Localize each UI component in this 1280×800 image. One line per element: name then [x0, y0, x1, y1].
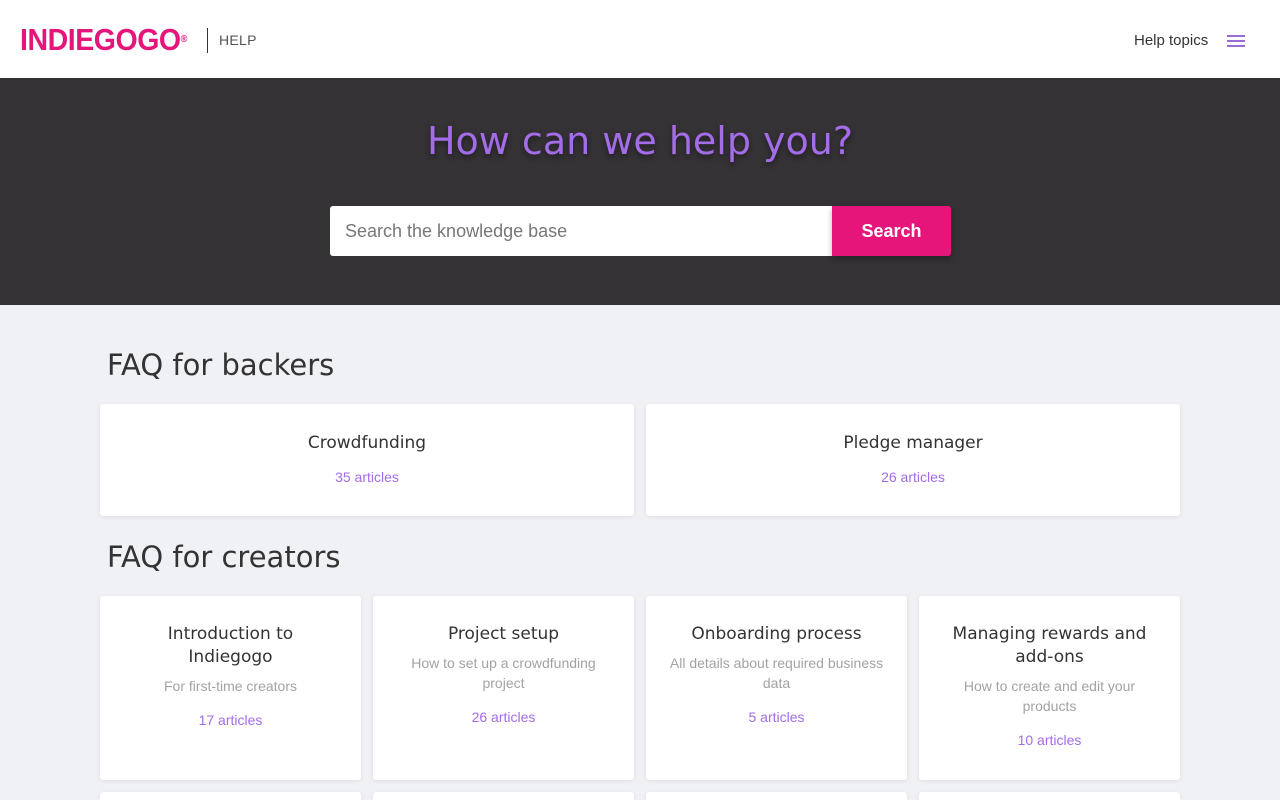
category-card-rewards-addons[interactable]: Managing rewards and add-ons How to crea… [919, 596, 1180, 780]
category-card-next-row[interactable] [100, 792, 361, 800]
card-description: For first-time creators [163, 678, 297, 694]
category-card-next-row[interactable] [373, 792, 634, 800]
category-card-next-row[interactable] [919, 792, 1180, 800]
card-description: All details about required business data [669, 655, 884, 691]
card-article-count: 17 articles [198, 712, 263, 728]
card-article-count: 26 articles [471, 709, 536, 725]
card-article-count: 35 articles [335, 469, 399, 485]
card-title: Introduction to Indiegogo [167, 624, 294, 667]
card-article-count: 26 articles [881, 469, 945, 485]
creators-section-title: FAQ for creators [107, 540, 341, 574]
card-title: Managing rewards and add-ons [952, 624, 1147, 667]
hero-title: How can we help you? [426, 119, 854, 163]
logo-registered-mark: ® [180, 34, 188, 45]
help-center-label: HELP [219, 32, 257, 48]
logo-text: INDIEGOGO [20, 22, 181, 57]
category-card-project-setup[interactable]: Project setup How to set up a crowdfundi… [373, 596, 634, 780]
card-title: Project setup [447, 624, 560, 644]
card-title: Crowdfunding [307, 433, 427, 453]
top-navigation-bar: INDIEGOGO® HELP Help topics [0, 0, 1280, 78]
hamburger-menu-icon[interactable] [1227, 35, 1245, 47]
category-card-onboarding[interactable]: Onboarding process All details about req… [646, 596, 907, 780]
category-card-introduction[interactable]: Introduction to Indiegogo For first-time… [100, 596, 361, 780]
card-article-count: 10 articles [1017, 732, 1082, 748]
search-button[interactable]: Search [832, 206, 951, 256]
logo-divider [207, 28, 208, 53]
card-title: Pledge manager [843, 433, 983, 453]
hero-search-banner: How can we help you? Search [0, 78, 1280, 305]
backers-section-title: FAQ for backers [107, 348, 335, 382]
category-card-pledge-manager[interactable]: Pledge manager 26 articles [646, 404, 1180, 516]
category-card-crowdfunding[interactable]: Crowdfunding 35 articles [100, 404, 634, 516]
card-article-count: 5 articles [748, 709, 805, 725]
card-description: How to set up a crowdfunding project [411, 655, 596, 691]
search-input[interactable] [330, 206, 833, 256]
card-title: Onboarding process [691, 624, 862, 644]
category-card-next-row[interactable] [646, 792, 907, 800]
indiegogo-logo[interactable]: INDIEGOGO® [20, 22, 187, 58]
help-topics-link[interactable]: Help topics [1134, 32, 1208, 50]
card-description: How to create and edit your products [963, 678, 1136, 714]
